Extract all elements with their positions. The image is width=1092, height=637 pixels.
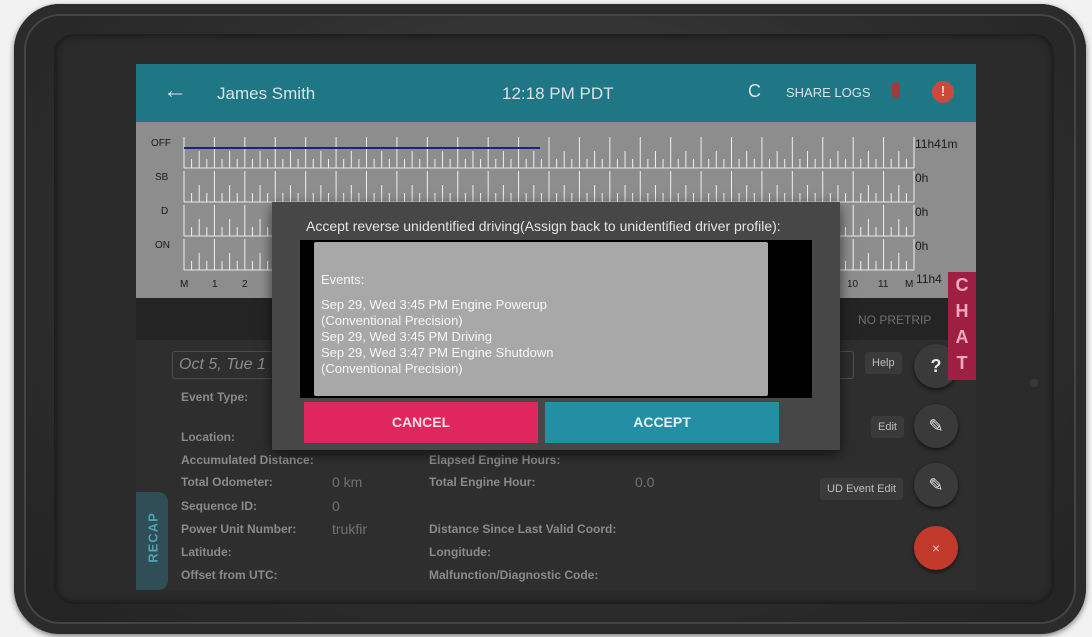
malfunction-code-label: Malfunction/Diagnostic Code: [429,568,599,582]
recap-tab[interactable]: RECAP [136,492,168,590]
app-screen: ← James Smith 12:18 PM PDT C SHARE LOGS … [136,64,976,590]
events-frame: Events: Sep 29, Wed 3:45 PM Engine Power… [300,240,812,398]
events-list: Events: Sep 29, Wed 3:45 PM Engine Power… [314,242,768,396]
event-type-label: Event Type: [181,390,249,404]
longitude-label: Longitude: [429,545,491,559]
total-on: 0h [915,239,929,253]
row-label-d: D [161,206,169,217]
events-heading: Events: [321,272,365,287]
accumulated-distance-label: Accumulated Distance: [181,453,314,467]
mic-icon[interactable] [892,82,900,98]
power-unit-value: trukfir [332,521,367,537]
total-summary: 11h4 [916,272,942,286]
driver-name: James Smith [217,84,316,103]
event-line: Sep 29, Wed 3:45 PM Driving [321,329,493,344]
pencil-edit-icon[interactable]: ✎ [914,404,958,448]
recap-label: RECAP [145,512,161,563]
back-arrow-icon[interactable]: ← [163,79,187,103]
current-time: 12:18 PM PDT [502,84,614,103]
hour-label: 2 [242,279,248,290]
offset-utc-label: Offset from UTC: [181,568,278,582]
hour-label: 1 [212,279,218,290]
elapsed-engine-hours-label: Elapsed Engine Hours: [429,453,561,467]
event-line: Sep 29, Wed 3:47 PM Engine Shutdown [321,345,554,360]
pretrip-status: NO PRETRIP [858,313,932,327]
edit-button[interactable]: Edit [871,416,904,438]
total-engine-hour-label: Total Engine Hour: [429,475,536,489]
hour-label: 10 [847,279,859,290]
total-engine-hour-value: 0.0 [635,474,655,490]
hour-label: M [180,279,189,290]
dialog-title: Accept reverse unidentified driving(Assi… [306,218,781,234]
row-label-on: ON [155,240,170,251]
refresh-icon[interactable]: C [748,81,761,102]
location-label: Location: [181,430,235,444]
camera-dot [1028,377,1040,389]
sequence-id-label: Sequence ID: [181,499,258,513]
ud-event-edit-button[interactable]: UD Event Edit [820,478,904,500]
cancel-button[interactable]: CANCEL [304,402,538,443]
chat-letter: A [955,327,969,347]
power-unit-label: Power Unit Number: [181,522,297,536]
chat-letter: C [955,275,969,295]
event-line: (Conventional Precision) [321,361,463,376]
chat-letter: T [956,353,968,373]
share-logs-button[interactable]: SHARE LOGS [786,85,871,100]
help-button[interactable]: Help [865,352,902,374]
alert-icon[interactable]: ! [932,81,954,103]
hour-label: M [905,279,914,290]
pencil-ud-edit-icon[interactable]: ✎ [914,463,958,507]
total-off: 11h41m [915,137,958,151]
total-d: 0h [915,205,929,219]
total-sb: 0h [915,171,929,185]
row-label-off: OFF [151,138,171,149]
total-odometer-value: 0 km [332,474,363,490]
chat-letter: H [955,301,969,321]
reverse-ud-dialog: Accept reverse unidentified driving(Assi… [272,202,840,450]
accept-button[interactable]: ACCEPT [545,402,779,443]
close-fab-icon[interactable]: × [914,526,958,570]
hour-label: 11 [878,279,889,290]
sequence-id-value: 0 [332,498,340,514]
row-label-sb: SB [155,172,169,183]
total-odometer-label: Total Odometer: [181,475,273,489]
chat-tab[interactable]: C H A T [948,272,976,380]
event-line: Sep 29, Wed 3:45 PM Engine Powerup [321,297,547,312]
event-line: (Conventional Precision) [321,313,463,328]
app-bar: ← James Smith 12:18 PM PDT C SHARE LOGS … [136,64,976,122]
latitude-label: Latitude: [181,545,232,559]
distance-since-label: Distance Since Last Valid Coord: [429,522,617,536]
